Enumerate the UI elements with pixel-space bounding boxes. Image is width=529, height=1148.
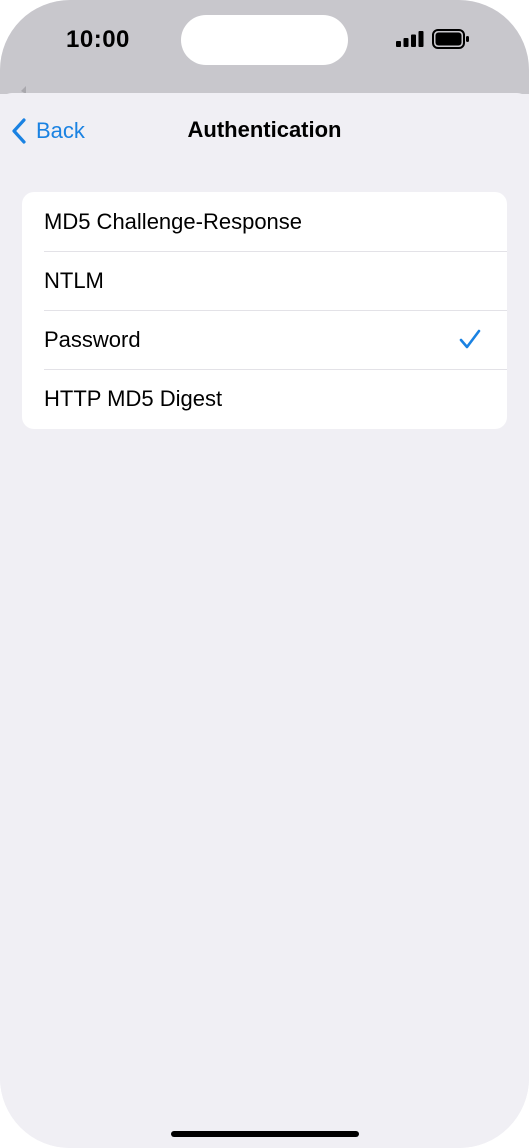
dynamic-island [181, 15, 348, 65]
checkmark-icon [459, 329, 481, 349]
battery-icon [432, 29, 469, 49]
phone-screen: 10:00 Back Authentication MD5 Challenge-… [0, 0, 529, 1148]
home-indicator[interactable] [171, 1131, 359, 1137]
option-label: HTTP MD5 Digest [44, 385, 223, 411]
option-md5-challenge-response[interactable]: MD5 Challenge-Response [22, 192, 507, 251]
cellular-signal-icon [396, 31, 424, 47]
option-ntlm[interactable]: NTLM [22, 251, 507, 310]
page-title: Authentication [187, 117, 342, 142]
option-label: MD5 Challenge-Response [44, 208, 303, 234]
status-bar: 10:00 [0, 0, 529, 94]
option-label: NTLM [44, 267, 104, 293]
option-http-md5-digest[interactable]: HTTP MD5 Digest [22, 369, 507, 428]
option-password[interactable]: Password [22, 310, 507, 369]
authentication-sheet: Back Authentication MD5 Challenge-Respon… [0, 93, 529, 1148]
authentication-options-list: MD5 Challenge-Response NTLM Password HTT… [22, 192, 507, 429]
status-time: 10:00 [66, 26, 130, 53]
option-label: Password [44, 326, 141, 352]
